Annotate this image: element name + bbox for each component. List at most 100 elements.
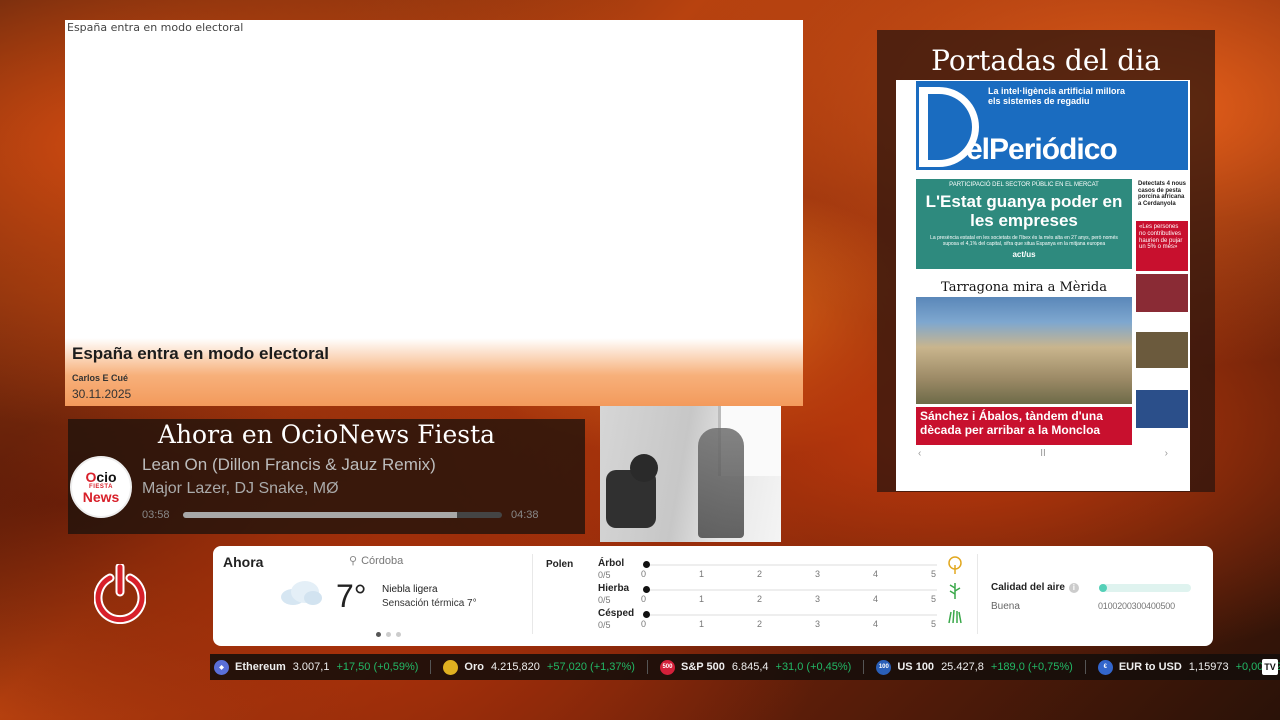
asset-change: +31,0 (+0,45%) — [775, 661, 852, 673]
ticker-item[interactable]: 500 S&P 500 6.845,4 +31,0 (+0,45%) — [656, 659, 863, 675]
prev-arrow-icon[interactable]: ‹ — [918, 448, 921, 459]
time-current: 03:58 — [142, 509, 170, 521]
weather-pager[interactable] — [376, 632, 401, 637]
asset-price: 3.007,1 — [292, 661, 330, 673]
asset-name: Oro — [464, 661, 484, 673]
divider — [532, 554, 533, 634]
article-headline[interactable]: España entra en modo electoral — [72, 344, 796, 364]
ticker-divider — [863, 660, 865, 674]
now-playing-heading: Ahora en OcioNews Fiesta — [157, 420, 496, 449]
asset-icon: € — [1097, 659, 1113, 675]
pause-icon[interactable]: II — [1040, 448, 1046, 459]
paper-side-photo — [1136, 332, 1188, 369]
newspaper-cover[interactable]: La intel·ligència artificial millora els… — [896, 80, 1190, 491]
pollen-tick: 4 — [873, 594, 879, 604]
ticker-item[interactable]: 100 US 100 25.427,8 +189,0 (+0,75%) — [872, 659, 1084, 675]
air-quality-title: Calidad del aire i — [991, 582, 1079, 593]
pollen-tick: 5 — [931, 594, 937, 604]
ticker-divider — [646, 660, 648, 674]
weather-location[interactable]: ⚲ Córdoba — [349, 554, 403, 567]
weather-widget: Ahora ⚲ Córdoba 7° Niebla ligera Sensació… — [213, 546, 1213, 646]
air-quality-bar — [1099, 584, 1191, 592]
pollen-level-marker — [643, 611, 650, 618]
pollen-tick: 2 — [757, 594, 763, 604]
ticker-divider — [1084, 660, 1086, 674]
pollen-tick: 5 — [931, 619, 937, 629]
paper-brand: elPeriódico — [966, 133, 1118, 166]
pollen-name: Hierba — [598, 583, 630, 594]
grass-icon — [947, 606, 963, 624]
paper-side-photo — [1136, 274, 1188, 313]
pollen-row: Hierba 0/5 0 1 2 3 4 5 — [598, 583, 961, 607]
ticker-item[interactable]: Oro 4.215,820 +57,020 (+1,37%) — [439, 659, 647, 675]
power-button[interactable] — [93, 562, 147, 625]
pollen-row: Césped 0/5 0 1 2 3 4 5 — [598, 608, 962, 632]
paper-masthead: La intel·ligència artificial millora els… — [916, 81, 1188, 170]
asset-price: 4.215,820 — [490, 661, 540, 673]
pollen-row: Árbol 0/5 0 1 2 3 4 5 — [598, 556, 962, 582]
pollen-score: 0/5 — [598, 595, 611, 605]
pollen-level-marker — [643, 561, 650, 568]
pollen-track — [646, 614, 937, 616]
pollen-tick: 1 — [699, 569, 705, 579]
weather-feels-like: Sensación térmica 7° — [382, 598, 477, 609]
pollen-track — [646, 564, 937, 566]
asset-change: +17,50 (+0,59%) — [336, 661, 419, 673]
pollen-tick: 3 — [815, 619, 821, 629]
next-arrow-icon[interactable]: › — [1165, 448, 1168, 459]
pollen-tick: 1 — [699, 594, 705, 604]
news-article-card[interactable]: España entra en modo electoral España en… — [65, 20, 803, 406]
asset-icon: ◆ — [214, 659, 229, 675]
progress-fill — [183, 512, 458, 518]
article-date: 30.11.2025 — [72, 387, 132, 401]
station-logo: Ocio FIESTA News — [70, 456, 132, 518]
location-pin-icon: ⚲ — [349, 555, 358, 567]
air-quality-scale: 0100200300400500 — [1098, 601, 1175, 611]
fog-cloud-icon — [281, 581, 322, 605]
newspaper-covers-panel: Portadas del dia La intel·ligència artif… — [877, 30, 1215, 492]
pollen-tick: 0 — [641, 569, 647, 579]
paper-side-photo — [1136, 390, 1188, 429]
ticker-item[interactable]: ◆ Ethereum 3.007,1 +17,50 (+0,59%) — [210, 659, 430, 675]
pollen-tick: 3 — [815, 569, 821, 579]
pollen-score: 0/5 — [598, 620, 611, 630]
air-quality-value: Buena — [991, 601, 1020, 612]
paper-sidebar: Detectats 4 nous casos de pesta porcina … — [1136, 179, 1188, 491]
asset-price: 6.845,4 — [731, 661, 769, 673]
paper-red-headline: Sánchez i Ábalos, tàndem d'una dècada pe… — [916, 407, 1132, 445]
covers-title: Portadas del dia — [931, 44, 1161, 77]
paper-lead-story: PARTICIPACIÓ DEL SECTOR PÚBLIC EN EL MER… — [916, 179, 1132, 269]
weather-condition: Niebla ligera — [382, 584, 438, 595]
asset-name: Ethereum — [235, 661, 286, 673]
info-icon[interactable]: i — [1068, 583, 1079, 593]
article-caption: España entra en modo electoral Carlos E … — [65, 338, 803, 406]
asset-change: +189,0 (+0,75%) — [990, 661, 1073, 673]
ticker-divider — [430, 660, 432, 674]
asset-name: US 100 — [897, 661, 935, 673]
asset-icon: 500 — [659, 659, 675, 675]
song-artist: Major Lazer, DJ Snake, MØ — [142, 480, 339, 497]
time-total: 04:38 — [511, 509, 539, 521]
asset-price: 1,15973 — [1188, 661, 1229, 673]
asset-icon — [443, 659, 459, 675]
pollen-score: 0/5 — [598, 570, 611, 580]
pollen-tick: 1 — [699, 619, 705, 629]
pollen-tick: 4 — [873, 569, 879, 579]
covers-nav: ‹ II › — [896, 446, 1190, 460]
air-quality-marker — [1099, 584, 1107, 592]
pollen-tick: 0 — [641, 594, 647, 604]
progress-bar[interactable] — [183, 512, 502, 518]
song-title: Lean On (Dillon Francis & Jauz Remix) — [142, 455, 436, 474]
weed-icon — [947, 581, 963, 599]
asset-change: +57,020 (+1,37%) — [546, 661, 635, 673]
tradingview-logo-icon[interactable]: TV — [1262, 659, 1278, 675]
divider — [977, 554, 978, 634]
power-icon — [93, 562, 147, 625]
asset-name: EUR to USD — [1118, 661, 1182, 673]
ticker-item[interactable]: €EUR to USD1,15973+0,00032 (+0,0 — [1094, 659, 1280, 675]
camera-feed — [600, 406, 781, 542]
pollen-tick: 2 — [757, 569, 763, 579]
pollen-name: Árbol — [598, 558, 625, 569]
pollen-tick: 2 — [757, 619, 763, 629]
pollen-title: Polen — [546, 559, 574, 570]
